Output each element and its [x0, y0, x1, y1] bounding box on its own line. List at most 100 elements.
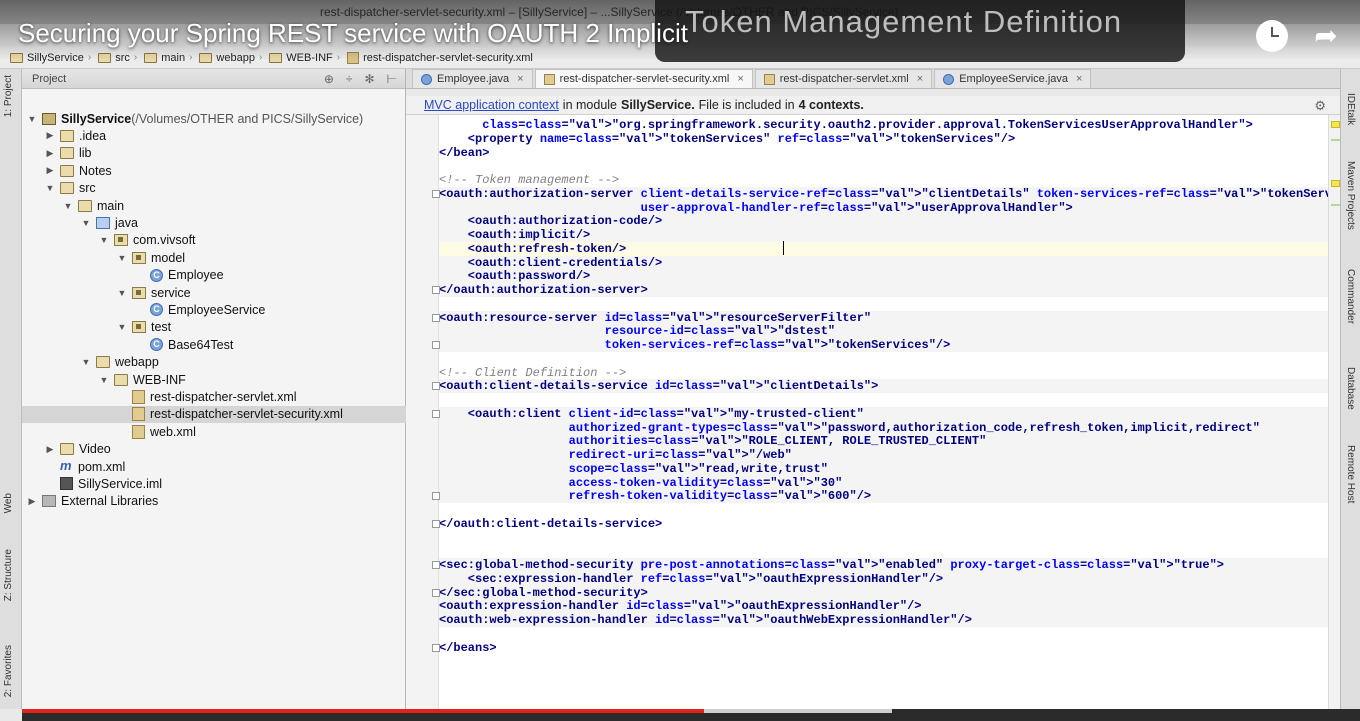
tree-item[interactable]: rest-dispatcher-servlet-security.xml [22, 405, 406, 423]
code-line[interactable]: access-token-validity=class="val">"30" [439, 475, 1328, 490]
code-line[interactable] [439, 159, 1328, 173]
code-line[interactable]: <oauth:web-expression-handler id=class="… [439, 613, 1328, 627]
close-tab-icon[interactable]: × [917, 73, 923, 85]
tool-tab-remote-host[interactable]: Remote Host [1345, 445, 1356, 503]
tree-item[interactable]: m pom.xml [22, 458, 406, 475]
tree-item[interactable]: ▼ webapp [22, 354, 406, 371]
expand-arrow-icon[interactable]: ▼ [116, 322, 128, 332]
code-line[interactable]: <oauth:authorization-server client-detai… [439, 186, 1360, 201]
code-line[interactable]: redirect-uri=class="val">"/web" [439, 448, 1328, 462]
tree-item[interactable]: ▼ service [22, 284, 406, 301]
close-tab-icon[interactable]: × [517, 73, 523, 85]
tree-item[interactable]: ▼ main [22, 197, 406, 214]
code-line[interactable]: <!-- Token management --> [439, 173, 1328, 187]
code-editor[interactable]: class=class="val">"org.springframework.s… [406, 115, 1360, 709]
mvc-context-link[interactable]: MVC application context [424, 98, 559, 112]
tree-item[interactable]: rest-dispatcher-servlet.xml [22, 388, 406, 405]
tool-tab-structure[interactable]: Z: Structure [3, 549, 14, 601]
editor-tab[interactable]: EmployeeService.java × [934, 69, 1092, 88]
tool-tab-project[interactable]: 1: Project [3, 75, 14, 117]
code-line[interactable]: <property name=class="val">"tokenService… [439, 132, 1328, 146]
fold-marker-icon[interactable] [432, 561, 440, 569]
code-line[interactable]: <oauth:expression-handler id=class="val"… [439, 599, 1328, 614]
code-line[interactable]: <oauth:client client-id=class="val">"my-… [439, 406, 1328, 421]
expand-arrow-icon[interactable]: ▼ [116, 288, 128, 298]
collapse-all-icon[interactable]: ÷ [346, 72, 353, 86]
tree-item[interactable]: ▶ lib [22, 145, 406, 162]
project-panel-title[interactable]: Project [32, 73, 66, 85]
code-line[interactable]: </sec:global-method-security> [439, 585, 1328, 600]
editor-error-stripe[interactable] [1328, 115, 1340, 709]
expand-arrow-icon[interactable]: ▼ [44, 183, 56, 193]
code-area[interactable]: class=class="val">"org.springframework.s… [439, 115, 1360, 709]
settings-gear-icon[interactable]: ✻ [364, 72, 374, 86]
expand-arrow-icon[interactable]: ▼ [62, 201, 74, 211]
fold-marker-icon[interactable] [432, 189, 440, 198]
video-title[interactable]: Securing your Spring REST service with O… [18, 18, 688, 49]
expand-arrow-icon[interactable]: ▶ [44, 148, 56, 159]
editor-tab[interactable]: rest-dispatcher-servlet.xml × [754, 69, 933, 88]
share-arrow-icon[interactable]: ➦ [1310, 22, 1342, 50]
code-line[interactable] [439, 627, 1328, 641]
code-line[interactable]: <oauth:client-credentials/> [439, 255, 1328, 270]
code-line[interactable]: authorized-grant-types=class="val">"pass… [439, 420, 1328, 435]
fold-marker-icon[interactable] [432, 382, 440, 391]
fold-marker-icon[interactable] [432, 313, 440, 322]
code-line[interactable]: user-approval-handler-ref=class="val">"u… [439, 200, 1328, 215]
change-marker[interactable] [1331, 204, 1340, 206]
code-line[interactable]: </oauth:client-details-service> [439, 517, 1328, 531]
editor-tab[interactable]: Employee.java × [412, 69, 533, 88]
code-line[interactable]: <oauth:password/> [439, 269, 1328, 284]
tree-item[interactable]: ▼ model [22, 249, 406, 266]
warning-marker[interactable] [1331, 121, 1340, 128]
expand-arrow-icon[interactable]: ▼ [80, 218, 92, 228]
breadcrumb-item[interactable]: SillyService › [10, 52, 95, 64]
fold-marker-icon[interactable] [432, 588, 440, 597]
fold-marker-icon[interactable] [432, 519, 440, 528]
tree-item[interactable]: ▼ java [22, 214, 406, 231]
tool-tab-web[interactable]: Web [3, 493, 14, 513]
fold-marker-icon[interactable] [432, 492, 440, 501]
code-line[interactable] [439, 393, 1328, 407]
close-tab-icon[interactable]: × [737, 73, 743, 85]
code-line[interactable]: <oauth:client-details-service id=class="… [439, 379, 1328, 394]
expand-arrow-icon[interactable]: ▼ [80, 357, 92, 367]
close-tab-icon[interactable]: × [1076, 73, 1082, 85]
code-line[interactable] [439, 503, 1328, 517]
tree-item[interactable]: C EmployeeService [22, 301, 406, 318]
fold-marker-icon[interactable] [432, 643, 440, 652]
tool-tab-maven[interactable]: Maven Projects [1345, 161, 1356, 230]
tree-item[interactable]: ▼ src [22, 180, 406, 197]
code-line[interactable]: </beans> [439, 641, 1328, 655]
fold-marker-icon[interactable] [432, 286, 440, 294]
breadcrumb-item[interactable]: main › [144, 52, 196, 64]
tree-item[interactable]: C Base64Test [22, 336, 406, 353]
tree-item[interactable]: ▶ Video [22, 441, 406, 458]
code-line[interactable]: scope=class="val">"read,write,trust" [439, 461, 1328, 476]
code-line[interactable]: refresh-token-validity=class="val">"600"… [439, 489, 1328, 504]
code-line[interactable]: <oauth:authorization-code/> [439, 214, 1328, 229]
code-line[interactable]: token-services-ref=class="val">"tokenSer… [439, 338, 1328, 352]
expand-arrow-icon[interactable]: ▼ [98, 375, 110, 385]
code-line[interactable]: <oauth:implicit/> [439, 228, 1328, 242]
warning-marker[interactable] [1331, 180, 1340, 187]
fold-marker-icon[interactable] [432, 409, 440, 418]
code-line[interactable]: </bean> [439, 146, 1328, 160]
tool-tab-database[interactable]: Database [1345, 367, 1356, 410]
scroll-from-source-icon[interactable]: ⊕ [324, 72, 334, 86]
code-line[interactable]: <!-- Client Definition --> [439, 366, 1328, 380]
tool-tab-favorites[interactable]: 2: Favorites [3, 645, 14, 697]
expand-arrow-icon[interactable]: ▶ [44, 130, 56, 141]
clock-icon[interactable] [1256, 20, 1288, 52]
code-line[interactable] [439, 297, 1328, 311]
tree-item[interactable]: ▶ .idea [22, 127, 406, 144]
expand-arrow-icon[interactable]: ▶ [26, 496, 38, 507]
code-line[interactable]: </oauth:authorization-server> [439, 283, 1328, 297]
expand-arrow-icon[interactable]: ▶ [44, 165, 56, 176]
breadcrumb-item[interactable]: WEB-INF › [269, 52, 344, 64]
hide-panel-icon[interactable]: ⊢ [387, 72, 397, 86]
tree-item[interactable]: SillyService.iml [22, 475, 406, 492]
tree-item[interactable]: web.xml [22, 423, 406, 440]
code-line[interactable]: <sec:expression-handler ref=class="val">… [439, 571, 1328, 586]
code-line[interactable] [439, 531, 1328, 545]
